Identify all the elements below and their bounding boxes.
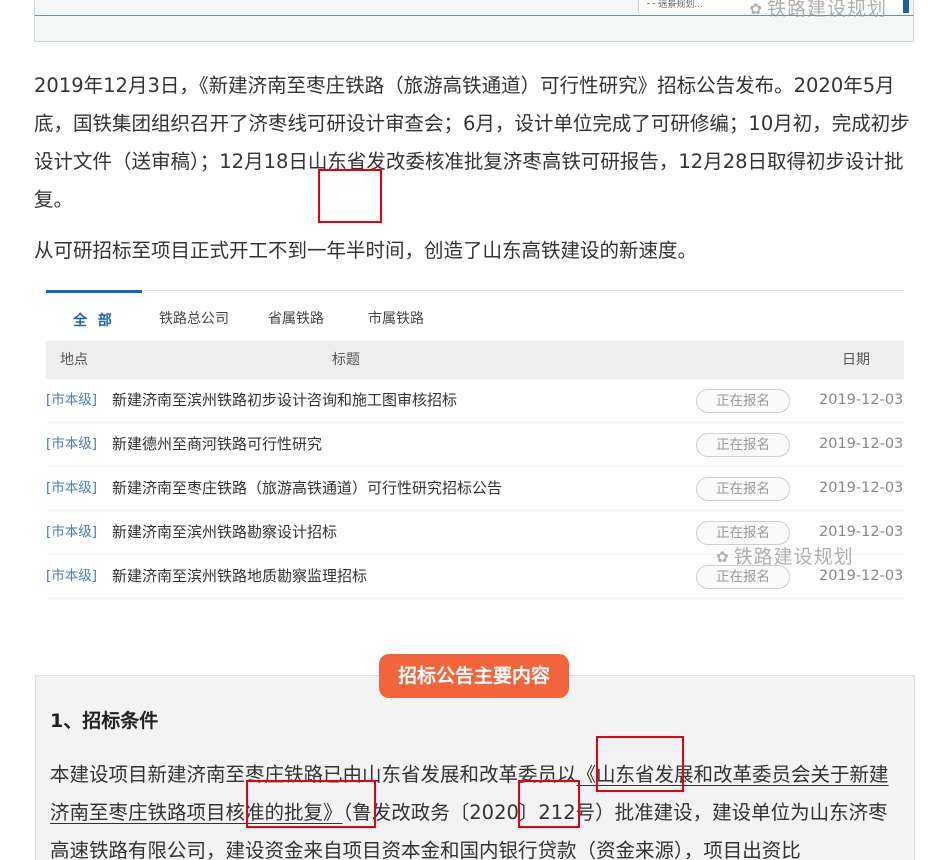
tab-provincial-railway[interactable]: 省属铁路 [252, 291, 340, 341]
row-date: 2019-12-03 [819, 392, 904, 408]
notice-heading: 1、招标条件 [50, 710, 159, 732]
row-title-link[interactable]: 新建济南至枣庄铁路（旅游高铁通道）可行性研究招标公告 [112, 467, 502, 510]
watermark-table: ✿ 铁路建设规划 [716, 542, 854, 569]
table-tabs: 全 部 铁路总公司 省属铁路 市属铁路 [46, 290, 904, 341]
status-badge: 正在报名 [696, 477, 790, 501]
tab-railway-corp[interactable]: 铁路总公司 [150, 291, 238, 341]
table-row[interactable]: [市本级] 新建济南至滨州铁路初步设计咨询和施工图审核招标 正在报名 2019-… [46, 379, 904, 423]
watermark-text: 铁路建设规划 [766, 0, 887, 20]
row-title-link[interactable]: 新建济南至滨州铁路地质勘察监理招标 [112, 555, 367, 598]
map-corner-mark [903, 0, 909, 13]
status-badge: 正在报名 [696, 433, 790, 457]
table-row[interactable]: [市本级] 新建济南至枣庄铁路（旅游高铁通道）可行性研究招标公告 正在报名 20… [46, 467, 904, 511]
row-location[interactable]: [市本级] [46, 467, 97, 510]
article-paragraph-1: 2019年12月3日，《新建济南至枣庄铁路（旅游高铁通道）可行性研究》招标公告发… [34, 74, 910, 211]
column-header-date: 日期 [842, 352, 870, 368]
notice-content-block: 1、招标条件 本建设项目新建济南至枣庄铁路已由山东省发展和改革委员以《山东省发展… [35, 675, 915, 860]
row-location[interactable]: [市本级] [46, 555, 97, 598]
row-date: 2019-12-03 [819, 436, 904, 452]
wechat-icon: ✿ [716, 548, 730, 566]
row-location[interactable]: [市本级] [46, 511, 97, 554]
row-location[interactable]: [市本级] [46, 379, 97, 422]
notice-text-1: 本建设项目新建济南至枣庄铁路已由山东省发展和改革委员以 [50, 763, 577, 786]
row-title-link[interactable]: 新建济南至滨州铁路勘察设计招标 [112, 511, 337, 554]
section-title-badge: 招标公告主要内容 [379, 654, 569, 698]
column-header-location: 地点 [60, 352, 88, 368]
tab-all[interactable]: 全 部 [46, 290, 142, 343]
document-number: （鲁发改政务〔2020〕212号） [342, 801, 615, 824]
row-title-link[interactable]: 新建济南至滨州铁路初步设计咨询和施工图审核招标 [112, 379, 457, 422]
table-row[interactable]: [市本级] 新建德州至商河铁路可行性研究 正在报名 2019-12-03 [46, 423, 904, 467]
status-badge: 正在报名 [696, 389, 790, 413]
row-date: 2019-12-03 [819, 480, 904, 496]
legend-text: 远景规划... [658, 0, 703, 10]
watermark-top: ✿ 铁路建设规划 [749, 0, 887, 21]
article-paragraph-2: 从可研招标至项目正式开工不到一年半时间，创造了山东高铁建设的新速度。 [34, 239, 698, 262]
table-header: 地点 标题 日期 [46, 341, 904, 379]
notice-body: 本建设项目新建济南至枣庄铁路已由山东省发展和改革委员以《山东省发展和改革委员会关… [50, 756, 905, 860]
row-title-link[interactable]: 新建德州至商河铁路可行性研究 [112, 423, 322, 466]
row-location[interactable]: [市本级] [46, 423, 97, 466]
wechat-icon: ✿ [749, 0, 763, 18]
watermark-text: 铁路建设规划 [733, 546, 854, 568]
column-header-title: 标题 [332, 352, 360, 368]
tab-municipal-railway[interactable]: 市属铁路 [352, 291, 440, 341]
